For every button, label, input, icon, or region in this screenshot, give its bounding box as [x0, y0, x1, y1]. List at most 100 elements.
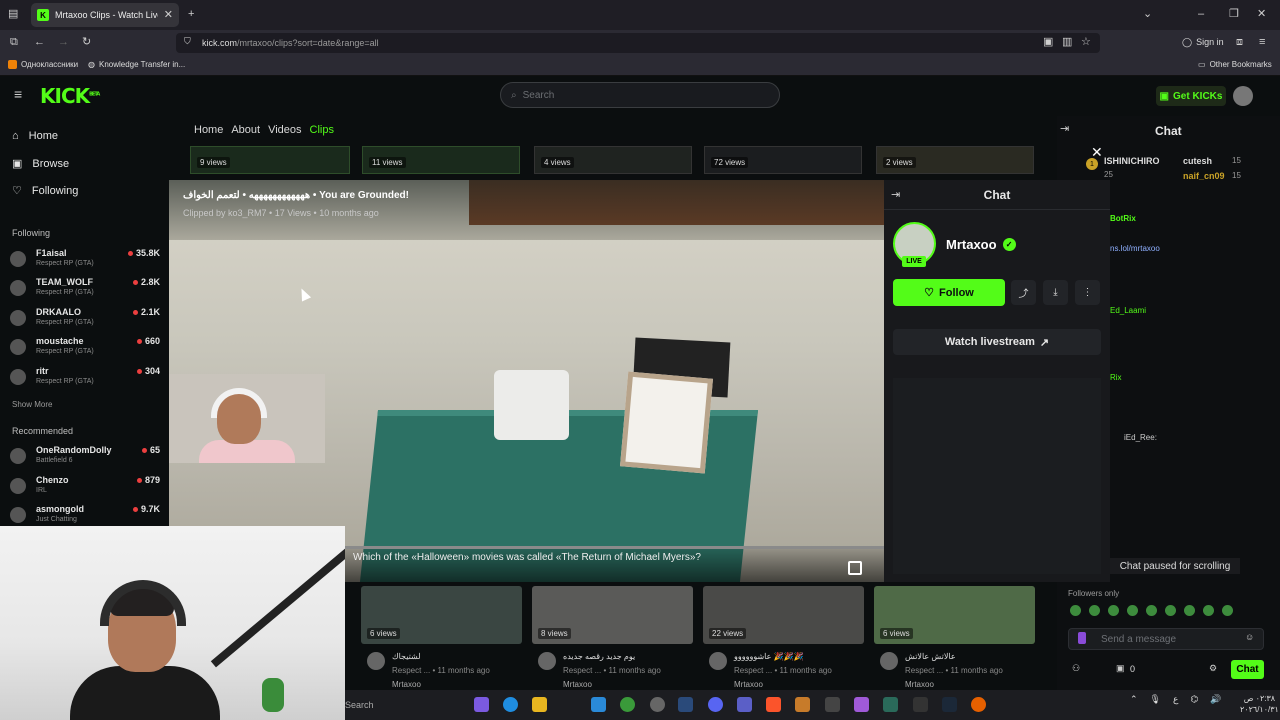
sign-in-button[interactable]: ◯ Sign in [1182, 37, 1224, 48]
app-icon[interactable] [650, 697, 665, 712]
hamburger-menu-icon[interactable]: ≡ [14, 87, 22, 101]
emote-icon[interactable] [1127, 605, 1138, 616]
following-channel[interactable]: moustache Respect RP (GTA) 660 [10, 336, 160, 364]
tab-about[interactable]: About [231, 124, 260, 136]
taskbar-clock[interactable]: ٠٢:٣٨ ص ٢٠٢٦/١٠/٣١ [1240, 693, 1279, 715]
chrome-icon[interactable] [620, 697, 635, 712]
follow-button[interactable]: ♡ Follow [893, 279, 1005, 306]
clip-thumbnail[interactable]: 72 views [704, 146, 862, 174]
app-icon[interactable] [883, 697, 898, 712]
chat-message-input[interactable]: Send a message [1068, 628, 1264, 650]
emote-icon[interactable] [1108, 605, 1119, 616]
close-modal-icon[interactable]: ✕ [1091, 144, 1103, 161]
sidebar-toggle-icon[interactable]: ⧉ [10, 37, 18, 48]
channel-name[interactable]: Mrtaxoo ✓ [946, 237, 1016, 252]
clip-thumbnail[interactable]: 22 views [703, 586, 864, 644]
language-icon[interactable]: ع [1173, 694, 1178, 705]
user-avatar[interactable] [1233, 86, 1253, 106]
following-channel[interactable]: DRKAALO Respect RP (GTA) 2.1K [10, 307, 160, 335]
copilot-icon[interactable] [474, 697, 489, 712]
following-channel[interactable]: TEAM_WOLF Respect RP (GTA) 2.8K [10, 277, 160, 305]
close-window-icon[interactable]: ✕ [1257, 9, 1266, 20]
send-chat-button[interactable]: Chat [1231, 660, 1264, 679]
new-tab-icon[interactable]: + [188, 9, 194, 20]
tab-videos[interactable]: Videos [268, 124, 301, 136]
clip-card-meta[interactable]: عالاتش عالاتش Respect ... • 11 months ago… [874, 650, 1035, 690]
extensions-icon[interactable]: ⧈ [1236, 37, 1243, 48]
shield-icon[interactable]: ⛉ [184, 37, 191, 46]
collapse-icon[interactable]: ⇥ [891, 190, 900, 201]
clip-card-meta[interactable]: عاشوووووو 🎉🎉🎉 Respect ... • 11 months ago… [703, 650, 864, 690]
steam-icon[interactable] [678, 697, 693, 712]
chat-username[interactable]: Ed_Laami [1110, 306, 1146, 315]
top-gifter-name[interactable]: ISHINICHIRO [1104, 156, 1160, 166]
watch-livestream-button[interactable]: Watch livestream ↗ [893, 329, 1101, 355]
emote-icon[interactable] [1165, 605, 1176, 616]
app-icon[interactable] [913, 697, 928, 712]
reload-icon[interactable]: ↻ [82, 37, 91, 48]
download-icon[interactable]: ⤓ [1043, 280, 1068, 305]
show-more-link[interactable]: Show More [12, 400, 52, 409]
clip-thumbnail[interactable]: 2 views [876, 146, 1034, 174]
tab-clips[interactable]: Clips [310, 124, 334, 136]
other-bookmarks[interactable]: ▭ Other Bookmarks [1198, 60, 1272, 69]
emoji-icon[interactable]: ☺ [1245, 633, 1254, 642]
taskbar-search[interactable]: Search [345, 696, 463, 714]
file-explorer-icon[interactable] [532, 697, 547, 712]
network-icon[interactable]: ⌬ [1190, 694, 1198, 705]
bookmark-odnoklassniki[interactable]: Одноклассники [8, 60, 78, 69]
maximize-icon[interactable]: ❐ [1229, 9, 1239, 20]
recommended-channel[interactable]: OneRandomDolly Battlefield 6 65 [10, 445, 160, 473]
volume-icon[interactable]: 🔊 [1210, 694, 1221, 705]
clip-card-meta[interactable]: يوم جديد رقصه جديده Respect ... • 11 mont… [532, 650, 693, 690]
emote-icon[interactable] [1070, 605, 1081, 616]
forward-icon[interactable]: → [58, 37, 69, 48]
collapse-chat-icon[interactable]: ⇥ [1060, 124, 1069, 135]
following-channel[interactable]: ritr Respect RP (GTA) 304 [10, 366, 160, 394]
clip-thumbnail[interactable]: 9 views [190, 146, 350, 174]
discord-icon[interactable] [708, 697, 723, 712]
tab-list-icon[interactable]: ▤ [8, 9, 18, 20]
chat-link[interactable]: ns.lol/mrtaxoo [1110, 244, 1160, 253]
minimize-icon[interactable]: – [1198, 9, 1204, 20]
gift-icon[interactable]: ▣ [1116, 664, 1125, 673]
clip-card-meta[interactable]: لشتيجاك Respect ... • 11 months ago Mrtaxo… [361, 650, 522, 690]
app-icon[interactable] [795, 697, 810, 712]
clip-thumbnail[interactable]: 6 views [361, 586, 522, 644]
top-gifter-name[interactable]: cutesh [1183, 156, 1212, 166]
address-bar[interactable]: kick.com/mrtaxoo/clips?sort=date&range=a… [176, 33, 1100, 53]
clip-thumbnail[interactable]: 4 views [534, 146, 692, 174]
emote-icon[interactable] [1203, 605, 1214, 616]
outlook-icon[interactable] [591, 697, 606, 712]
back-icon[interactable]: ← [34, 37, 45, 48]
reader-icon[interactable]: ▣ [1043, 37, 1053, 48]
chat-username[interactable]: BotRix [1110, 214, 1136, 223]
close-tab-icon[interactable]: ✕ [164, 9, 173, 21]
get-kicks-button[interactable]: ▣ Get KICKs [1156, 86, 1226, 106]
progress-bar[interactable] [345, 546, 884, 549]
sidebar-item-following[interactable]: ♡ Following [12, 184, 78, 198]
chat-username[interactable]: iEd_Ree: [1124, 433, 1157, 442]
app-icon[interactable] [825, 697, 840, 712]
firefox-icon[interactable] [971, 697, 986, 712]
more-options-icon[interactable]: ⋮ [1075, 280, 1100, 305]
following-channel[interactable]: F1aisal Respect RP (GTA) 35.8K [10, 248, 160, 276]
menu-icon[interactable]: ≡ [1259, 37, 1265, 48]
teams-icon[interactable] [737, 697, 752, 712]
bookmark-star-icon[interactable]: ☆ [1081, 37, 1091, 48]
emote-icon[interactable] [1089, 605, 1100, 616]
picture-in-picture-icon[interactable]: ▥ [1062, 37, 1072, 48]
emote-icon[interactable] [1184, 605, 1195, 616]
emote-icon[interactable] [1146, 605, 1157, 616]
chat-username[interactable]: Rix [1110, 373, 1122, 382]
microphone-icon[interactable]: 🎙 [1150, 694, 1161, 705]
kick-logo[interactable]: KICKBETA [40, 84, 100, 108]
edge-icon[interactable] [503, 697, 518, 712]
share-icon[interactable]: ⤴ [1011, 280, 1036, 305]
top-gifter-name[interactable]: naif_cn09 [1183, 171, 1225, 181]
people-icon[interactable]: ⚇ [1072, 664, 1080, 673]
chat-paused-banner[interactable]: Chat paused for scrolling [1110, 558, 1240, 574]
emote-icon[interactable] [1222, 605, 1233, 616]
recommended-channel[interactable]: Chenzo IRL 879 [10, 475, 160, 503]
fullscreen-icon[interactable] [848, 561, 862, 575]
